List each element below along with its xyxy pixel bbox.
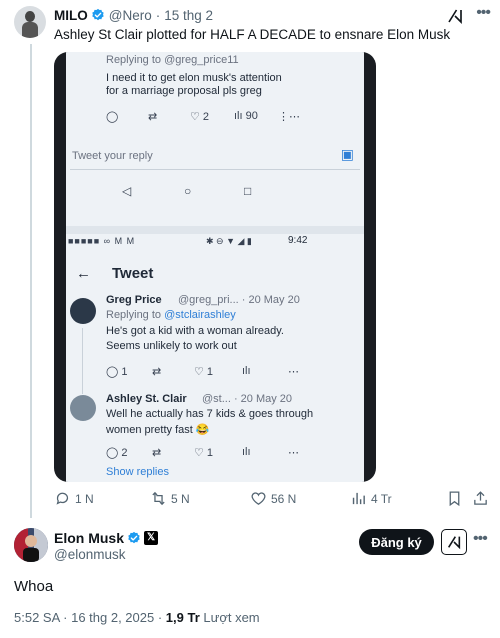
photo-avatar — [70, 298, 96, 324]
post-actions: 1 N 5 N 56 N 4 Tr — [54, 490, 490, 512]
views-button[interactable]: 4 Tr — [350, 490, 392, 507]
more-options-icon[interactable]: ••• — [476, 4, 491, 22]
verified-badge-icon — [128, 531, 140, 544]
photo-views-icon: ılı — [242, 446, 251, 458]
photo-reply-meta: @greg_pri... · 20 May 20 — [178, 294, 300, 306]
reply-count: 1 N — [75, 491, 94, 506]
verified-badge-icon — [92, 8, 104, 21]
photo-reply-actions: ◯ 1 — [106, 366, 128, 378]
photo-text-line: for a marriage proposal pls greg — [106, 85, 262, 97]
photo-home-nav-icon: ○ — [184, 184, 192, 198]
photo-header-title: Tweet — [112, 265, 154, 282]
photo-reply-text: Well he actually has 7 kids & goes throu… — [106, 408, 314, 420]
photo-reply-meta: @st... · 20 May 20 — [202, 393, 293, 405]
like-count: 56 N — [271, 491, 297, 506]
photo-reply-text: Seems unlikely to work out — [106, 340, 237, 352]
avatar[interactable] — [14, 6, 46, 38]
like-button[interactable]: 56 N — [250, 490, 296, 507]
photo-share-icon: ⋯ — [288, 447, 299, 459]
heart-icon — [251, 492, 266, 505]
photo-reply-name: Ashley St. Clair — [106, 393, 187, 405]
author-name[interactable]: MILO — [54, 8, 88, 23]
photo-share-icon: ⋯ — [288, 366, 299, 378]
photo-status-icons: ■■■■■ ∞ M M — [68, 236, 136, 246]
more-options-icon[interactable]: ••• — [473, 530, 488, 548]
post-text: Whoa — [14, 578, 54, 595]
photo-reply-name: Greg Price — [106, 294, 162, 306]
thread-line — [30, 44, 32, 518]
photo-like-count: ♡ 1 — [194, 447, 214, 459]
photo-reply-text: He's got a kid with a woman already. — [106, 325, 284, 337]
reply-icon — [56, 492, 69, 505]
photo-reply-to: Replying to @greg_price11 — [106, 54, 239, 66]
photo-replying-label: Replying to @stclairashley — [106, 309, 236, 321]
avatar[interactable] — [14, 528, 48, 562]
share-button[interactable] — [472, 490, 493, 507]
photo-retweet-icon: ⇄ — [152, 366, 162, 378]
photo-thread-line — [82, 328, 83, 394]
author-handle[interactable]: @Nero — [109, 8, 152, 23]
grok-button[interactable] — [441, 529, 467, 555]
repost-button[interactable]: 5 N — [150, 490, 190, 507]
reply-button[interactable]: 1 N — [54, 490, 94, 507]
photo-share-icon: ⋮⋯ — [278, 111, 300, 123]
post-meta: 5:52 SA · 16 thg 2, 2025 · 1,9 Tr Lượt x… — [14, 610, 260, 625]
photo-back-nav-icon: ◁ — [122, 184, 132, 198]
photo-retweet-icon: ⇄ — [148, 111, 158, 123]
photo-status-right-icons: ✱ ⊖ ▼ ◢ ▮ — [206, 236, 252, 246]
grok-icon[interactable] — [446, 7, 464, 25]
quoted-post[interactable]: MILO @Nero · 15 thg 2 ••• Ashley St Clai… — [0, 0, 500, 518]
photo-like-count: ♡ 1 — [194, 366, 214, 378]
photo-retweet-icon: ⇄ — [152, 447, 162, 459]
grok-icon — [447, 536, 461, 550]
photo-divider — [66, 226, 364, 234]
post-text: Ashley St Clair plotted for HALF A DECAD… — [54, 27, 451, 42]
views-count: 1,9 Tr — [165, 610, 200, 625]
bookmark-icon — [449, 491, 460, 507]
photo-recent-nav-icon: □ — [244, 184, 252, 198]
quoted-post-header: MILO @Nero · 15 thg 2 — [54, 6, 213, 24]
photo-views-icon: ılı — [242, 365, 251, 377]
author-handle[interactable]: @elonmusk — [54, 547, 125, 562]
photo-show-replies: Show replies — [106, 466, 169, 478]
photo-reply-placeholder: Tweet your reply — [72, 150, 153, 162]
repost-icon — [152, 491, 165, 506]
photo-camera-icon: ▣ — [340, 146, 354, 162]
separator: · — [155, 7, 161, 23]
x-affiliate-badge-icon: 𝕏 — [144, 531, 159, 545]
photo-reply-icon: ◯ — [106, 111, 119, 123]
post-photo[interactable]: Replying to @greg_price11 I need it to g… — [54, 52, 376, 482]
subscribe-button[interactable]: Đăng ký — [359, 529, 434, 555]
share-icon — [474, 491, 487, 505]
bookmark-button[interactable] — [446, 490, 467, 507]
photo-back-arrow-icon: ← — [76, 265, 91, 282]
photo-reply-actions: ◯ 2 — [106, 447, 128, 459]
views-icon — [352, 492, 365, 505]
photo-text-line: I need it to get elon musk's attention — [106, 72, 282, 84]
post-timestamp[interactable]: 5:52 SA · 16 thg 2, 2025 · — [14, 610, 162, 625]
repost-count: 5 N — [171, 491, 190, 506]
photo-avatar — [70, 395, 96, 421]
views-count: 4 Tr — [371, 491, 392, 506]
photo-reply-box: Tweet your reply ▣ — [70, 140, 360, 170]
post-date[interactable]: 15 thg 2 — [164, 8, 213, 23]
phone-screenshot: Replying to @greg_price11 I need it to g… — [66, 52, 364, 482]
author-name[interactable]: Elon Musk — [54, 530, 124, 546]
author-name-row: Elon Musk 𝕏 — [54, 530, 159, 546]
photo-like-icon: ♡ 2 — [190, 111, 210, 123]
views-label: Lượt xem — [203, 610, 260, 625]
photo-views-icon: ılı 90 — [234, 110, 258, 122]
photo-reply-text: women pretty fast 😂 — [106, 424, 210, 436]
photo-status-time: 9:42 — [288, 235, 308, 246]
